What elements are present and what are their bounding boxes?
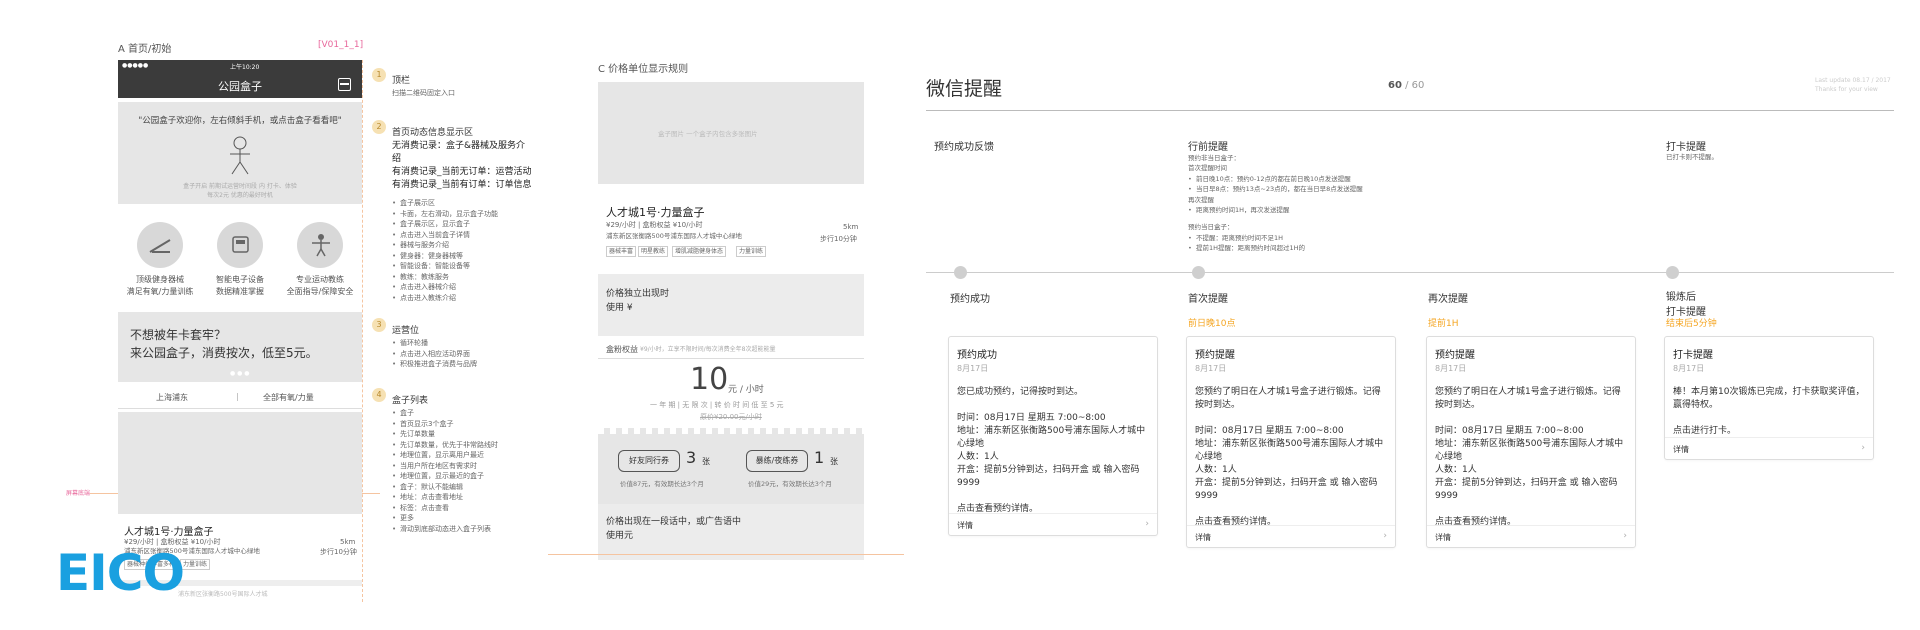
status-bar: ●●●●● 上午10:20: [118, 60, 362, 72]
section-before: 行前提醒: [1188, 142, 1228, 153]
col-label: 首次提醒: [1188, 294, 1228, 305]
tag: 器械丰富: [606, 246, 637, 257]
carousel-dots: ● ● ●: [230, 370, 250, 377]
wechat-card-second-reminder[interactable]: 预约提醒 8月17日 您预约了明日在人才城1号盒子进行锻炼。记得按时到达。 时间…: [1426, 336, 1636, 548]
col-label: 再次提醒: [1428, 294, 1468, 305]
store-dist: 5km: [843, 223, 859, 231]
promo-line-1: 不想被年卡套牢？: [130, 328, 227, 342]
col-sub: 提前1H: [1428, 319, 1459, 329]
tag: 力量训练: [180, 559, 211, 570]
big-price: 10: [690, 362, 729, 397]
panel-a-title: A 首页/初始: [118, 44, 172, 55]
coupon-friend-unit: 张: [702, 457, 710, 466]
card-detail-link[interactable]: 详情 ›: [1427, 525, 1635, 547]
feature-sub: 满足有氧/力量训练: [126, 287, 194, 296]
price-sub-2: 原价¥20.00元/小时: [700, 413, 762, 421]
phone-frame: ●●●●● 上午10:20 公园盒子 "公园盒子欢迎你，左右倾斜手机，或点击盒子…: [118, 60, 362, 602]
update-line-2: Thanks for your view: [1815, 86, 1878, 93]
banner-caption-1: 盒子开启 前期试运营时间段 内 打卡、体验: [183, 183, 297, 190]
coupon-night[interactable]: 暴练/夜练券: [746, 450, 808, 472]
col-sub: 结束后5分钟: [1666, 319, 1717, 329]
timeline-dot: [1666, 266, 1679, 279]
coupon-friend-count: 3: [686, 448, 697, 467]
wechat-title: 微信提醒: [926, 78, 1003, 100]
promo-line-2: 来公园盒子，消费按次，低至5元。: [130, 346, 318, 360]
feature-sub: 数据精准掌握: [216, 287, 264, 296]
store-price: ¥29/小时 | 盒粉权益 ¥10/小时: [606, 221, 703, 229]
store-title: 人才城1号·力量盒子: [606, 206, 705, 219]
eico-logo: EICO: [56, 544, 185, 602]
card-detail-link[interactable]: 详情 ›: [1187, 525, 1395, 547]
coupon-panel: 好友同行券 3 张 价值87元，有效期长达3个月 暴练/夜练券 1 张 价值29…: [598, 428, 864, 504]
app-header: 公园盒子: [118, 72, 362, 98]
filter-type[interactable]: 全部有氧/力量: [263, 392, 314, 403]
chevron-right-icon: ›: [1623, 531, 1627, 541]
list-item-walk: 步行10分钟: [320, 548, 357, 556]
tag: 力量训练: [736, 246, 767, 257]
filter-divider: |: [236, 392, 239, 401]
timeline-dot: [954, 266, 967, 279]
card-detail-link[interactable]: 详情 ›: [1665, 437, 1873, 459]
list-item-dist: 5km: [340, 538, 356, 546]
wechat-card-booked[interactable]: 预约成功 8月17日 您已成功预约，记得按时到达。 时间：08月17日 星期五 …: [948, 336, 1158, 536]
tag: 明星教练: [638, 246, 669, 257]
big-unit: 元 / 小时: [728, 385, 764, 395]
checkin-desc: 已打卡则不提醒。: [1666, 153, 1718, 161]
panel-c-title: C 价格单位显示规则: [598, 64, 689, 75]
promo-carousel[interactable]: 不想被年卡套牢？ 来公园盒子，消费按次，低至5元。 ● ● ●: [118, 312, 362, 382]
store-image: 盒子图片 一个盒子内包含多张图片: [598, 82, 864, 184]
annotation-4: 4盒子列表 盒子首页显示3个盒子先订单数量 先订单数量，优先于非常路线时地理位置…: [372, 388, 532, 534]
member-label: 盒粉权益: [606, 345, 638, 354]
status-time: 上午10:20: [230, 64, 260, 71]
feature-label: 顶级健身器械: [136, 275, 184, 284]
coupon-night-unit: 张: [830, 457, 838, 466]
annotation-3: 3运营位 循环轮播点击进入相应活动界面积极推进盒子消费与品牌: [372, 318, 532, 370]
coupon-friend[interactable]: 好友同行券: [618, 450, 680, 472]
home-banner[interactable]: "公园盒子欢迎你，左右倾斜手机，或点击盒子看看吧" 盒子开启 前期试运营时间段 …: [118, 102, 362, 204]
panel-a-version: [V01_1_1]: [318, 40, 364, 50]
scan-icon[interactable]: [338, 78, 351, 91]
app-title: 公园盒子: [218, 80, 262, 93]
chevron-right-icon: ›: [1145, 519, 1149, 529]
feature-label: 智能电子设备: [216, 275, 264, 284]
image-caption: 盒子图片 一个盒子内包含多张图片: [658, 130, 758, 138]
page-counter: 60 / 60: [1388, 80, 1425, 91]
signal-icon: ●●●●●: [122, 62, 149, 69]
filter-location[interactable]: 上海浦东: [156, 392, 188, 403]
annotation-1: 1顶栏 扫描二维码固定入口: [372, 68, 532, 99]
list-item-title[interactable]: 人才城1号·力量盒子: [124, 523, 214, 538]
coupon-night-count: 1: [814, 448, 825, 467]
price-sub-1: 一 年 期 | 无 限 次 | 转 价 时 间 低 至 5 元: [650, 401, 784, 409]
chevron-right-icon: ›: [1383, 531, 1387, 541]
col-sub: 前日晚10点: [1188, 319, 1236, 329]
banner-quote: "公园盒子欢迎你，左右倾斜手机，或点击盒子看看吧": [138, 116, 342, 126]
feature-label: 专业运动教练: [296, 275, 344, 284]
chevron-right-icon: ›: [1861, 443, 1865, 453]
wechat-card-checkin[interactable]: 打卡提醒 8月17日 棒！本月第10次锻炼已完成，打卡获取奖评值，赢得特权。 点…: [1664, 336, 1874, 460]
list-item-2: 浦东新区张衡路500号国际人才城: [178, 591, 268, 598]
member-sub: ¥9/小时，立享不限时间/每次消费全年8次超能能量: [640, 346, 776, 353]
note-1: 价格独立出现时 使用 ¥: [598, 274, 864, 336]
card-detail-link[interactable]: 详情 ›: [949, 513, 1157, 535]
timeline-dot: [1192, 266, 1205, 279]
coupon-friend-sub: 价值87元，有效期长达3个月: [620, 480, 704, 488]
screen-bottom-marker: 屏幕底端: [66, 490, 91, 497]
wechat-card-first-reminder[interactable]: 预约提醒 8月17日 您预约了明日在人才城1号盒子进行锻炼。记得按时到达。 时间…: [1186, 336, 1396, 548]
banner-caption-2: 每次2元 优惠的最好时机: [207, 192, 273, 199]
feature-sub: 全面指导/保障安全: [286, 287, 354, 296]
update-line-1: Last update 08.17 / 2017: [1815, 77, 1891, 84]
store-walk: 步行10分钟: [820, 235, 857, 243]
tag: 增肌减脂健身体态: [672, 246, 727, 257]
section-checkin: 打卡提醒: [1666, 142, 1706, 153]
before-rules: 预约非当日盒子： 首次提醒时间 前日晚10点：预约0-12点的都在前日晚10点发…: [1188, 153, 1488, 254]
coupon-night-sub: 价值29元，有效期长达3个月: [748, 480, 832, 488]
note-2: 价格出现在一段话中，或广告语中 使用元: [598, 504, 864, 560]
col-label: 预约成功: [950, 294, 990, 305]
box-image[interactable]: [118, 412, 362, 514]
store-addr: 浦东新区张衡路500号浦东国际人才城中心绿地: [606, 232, 742, 240]
annotation-2: 2首页动态信息显示区 无消费记录：盒子&器械及服务介绍 有消费记录_当前无订单：…: [372, 120, 532, 303]
stick-figure-icon: [230, 136, 250, 175]
section-feedback: 预约成功反馈: [934, 142, 994, 153]
